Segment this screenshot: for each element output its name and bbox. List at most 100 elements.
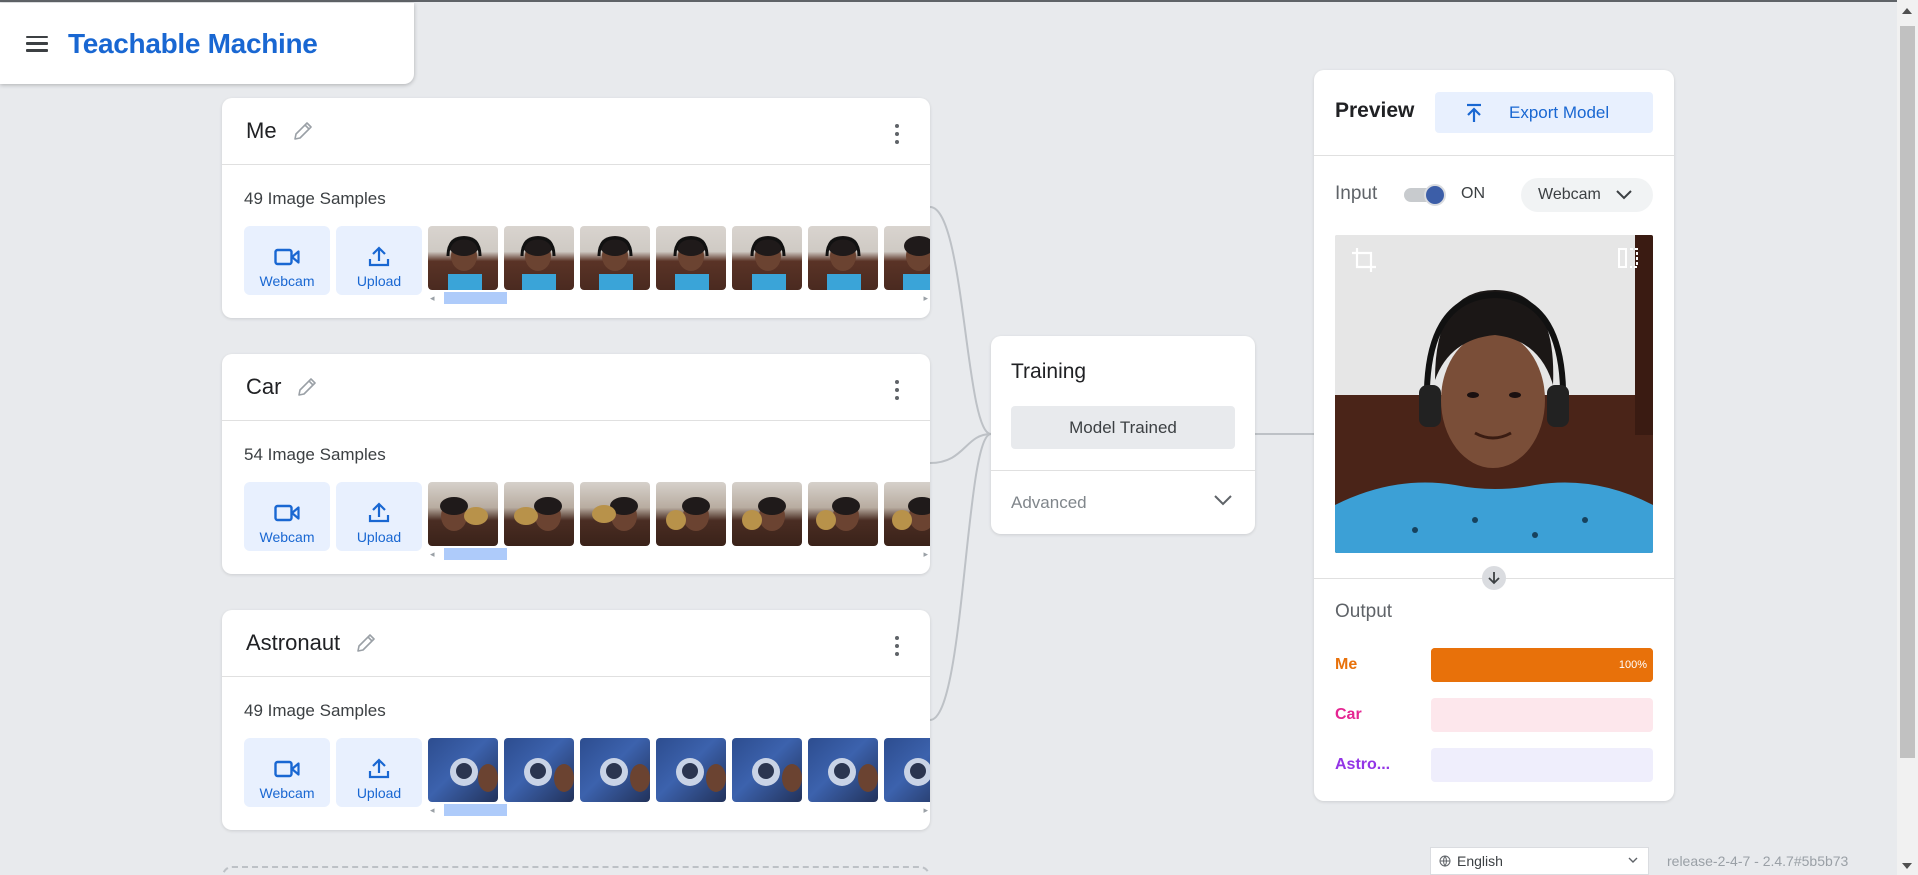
sample-thumbnail[interactable] xyxy=(808,226,878,290)
upload-button[interactable]: Upload xyxy=(336,482,422,551)
output-row-astronaut: Astro... xyxy=(1335,748,1653,782)
webcam-frame xyxy=(1335,235,1653,553)
scroll-up-icon[interactable] xyxy=(1902,8,1912,14)
chevron-down-icon xyxy=(1616,190,1632,200)
class-name[interactable]: Me xyxy=(246,118,277,144)
more-vert-icon[interactable] xyxy=(894,636,900,656)
pencil-icon[interactable] xyxy=(295,375,319,399)
input-label: Input xyxy=(1335,183,1378,204)
more-vert-icon[interactable] xyxy=(894,380,900,400)
confidence-bar: 100% xyxy=(1431,648,1653,682)
webcam-icon xyxy=(274,248,300,266)
sample-thumbnail[interactable] xyxy=(580,482,650,546)
preview-panel: Preview Export Model Input ON Webcam Out… xyxy=(1314,70,1674,801)
more-vert-icon[interactable] xyxy=(894,124,900,144)
model-trained-button[interactable]: Model Trained xyxy=(1011,406,1235,449)
sample-thumbnail[interactable] xyxy=(580,738,650,802)
toggle-knob xyxy=(1424,184,1446,206)
class-card-header: Me xyxy=(222,98,930,165)
class-name[interactable]: Car xyxy=(246,374,281,400)
page-scrollbar[interactable] xyxy=(1897,0,1918,875)
sample-thumbnail[interactable] xyxy=(884,226,930,290)
input-source-value: Webcam xyxy=(1538,186,1601,203)
scroll-left-icon[interactable]: ◂ xyxy=(430,805,435,816)
thumbnail-scroll-thumb[interactable] xyxy=(444,548,507,560)
class-name[interactable]: Astronaut xyxy=(246,630,340,656)
sample-thumbnails[interactable] xyxy=(428,226,930,290)
sample-thumbnail[interactable] xyxy=(504,738,574,802)
thumbnail-scrollbar[interactable]: ◂ ▸ xyxy=(428,804,930,816)
crop-icon[interactable] xyxy=(1351,247,1377,273)
add-class-card[interactable] xyxy=(222,866,930,875)
sample-thumbnail[interactable] xyxy=(808,482,878,546)
chevron-down-icon xyxy=(1628,857,1638,863)
sample-thumbnail[interactable] xyxy=(732,482,802,546)
sample-thumbnail[interactable] xyxy=(732,738,802,802)
scroll-right-icon[interactable]: ▸ xyxy=(923,293,928,304)
version-label: release-2-4-7 - 2.4.7#5b5b73 xyxy=(1667,853,1849,869)
export-icon xyxy=(1467,103,1481,122)
webcam-icon xyxy=(274,760,300,778)
pencil-icon[interactable] xyxy=(291,119,315,143)
confidence-percent: 100% xyxy=(1618,659,1647,671)
scroll-left-icon[interactable]: ◂ xyxy=(430,549,435,560)
sample-thumbnail[interactable] xyxy=(808,738,878,802)
sample-thumbnails[interactable] xyxy=(428,738,930,802)
thumbnail-scrollbar[interactable]: ◂ ▸ xyxy=(428,292,930,304)
output-class-name: Car xyxy=(1335,706,1362,723)
sample-thumbnails[interactable] xyxy=(428,482,930,546)
sample-count: 49 Image Samples xyxy=(244,189,386,208)
sample-thumbnail[interactable] xyxy=(656,226,726,290)
sample-thumbnail[interactable] xyxy=(428,226,498,290)
language-select[interactable]: English xyxy=(1430,847,1649,875)
sample-thumbnail[interactable] xyxy=(428,738,498,802)
toggle-state-label: ON xyxy=(1461,185,1485,202)
globe-icon xyxy=(1439,855,1451,867)
export-model-button[interactable]: Export Model xyxy=(1435,92,1653,133)
upload-icon xyxy=(368,246,390,267)
export-model-label: Export Model xyxy=(1509,102,1610,122)
upload-button[interactable]: Upload xyxy=(336,738,422,807)
confidence-bar xyxy=(1431,748,1653,782)
sample-thumbnail[interactable] xyxy=(656,482,726,546)
thumbnail-scroll-thumb[interactable] xyxy=(444,292,507,304)
sample-thumbnail[interactable] xyxy=(884,738,930,802)
page-scrollbar-thumb[interactable] xyxy=(1900,26,1915,758)
upload-icon xyxy=(368,502,390,523)
chevron-down-icon[interactable] xyxy=(1213,493,1233,507)
webcam-button-label: Webcam xyxy=(259,785,315,801)
webcam-button[interactable]: Webcam xyxy=(244,738,330,807)
pencil-icon[interactable] xyxy=(354,631,378,655)
arrow-down-icon xyxy=(1482,566,1506,590)
scroll-down-icon[interactable] xyxy=(1902,863,1912,869)
sample-thumbnail[interactable] xyxy=(732,226,802,290)
flip-icon[interactable] xyxy=(1617,247,1639,269)
output-row-me: Me 100% xyxy=(1335,648,1653,682)
webcam-icon xyxy=(274,504,300,522)
scroll-right-icon[interactable]: ▸ xyxy=(923,805,928,816)
scroll-left-icon[interactable]: ◂ xyxy=(430,293,435,304)
input-toggle[interactable] xyxy=(1402,184,1446,206)
training-card: Training Model Trained Advanced xyxy=(991,336,1255,534)
thumbnail-scrollbar[interactable]: ◂ ▸ xyxy=(428,548,930,560)
language-value: English xyxy=(1457,853,1503,869)
webcam-preview xyxy=(1335,235,1653,553)
sample-thumbnail[interactable] xyxy=(656,738,726,802)
upload-button-label: Upload xyxy=(356,785,402,801)
sample-thumbnail[interactable] xyxy=(884,482,930,546)
output-label: Output xyxy=(1335,601,1393,622)
upload-button[interactable]: Upload xyxy=(336,226,422,295)
output-class-name: Me xyxy=(1335,656,1358,673)
webcam-button[interactable]: Webcam xyxy=(244,482,330,551)
input-source-select[interactable]: Webcam xyxy=(1521,178,1653,212)
advanced-toggle[interactable]: Advanced xyxy=(1011,493,1087,513)
sample-thumbnail[interactable] xyxy=(580,226,650,290)
sample-thumbnail[interactable] xyxy=(504,226,574,290)
class-card-header: Car xyxy=(222,354,930,421)
scroll-right-icon[interactable]: ▸ xyxy=(923,549,928,560)
sample-thumbnail[interactable] xyxy=(428,482,498,546)
webcam-button[interactable]: Webcam xyxy=(244,226,330,295)
thumbnail-scroll-thumb[interactable] xyxy=(444,804,507,816)
webcam-button-label: Webcam xyxy=(259,529,315,545)
sample-thumbnail[interactable] xyxy=(504,482,574,546)
